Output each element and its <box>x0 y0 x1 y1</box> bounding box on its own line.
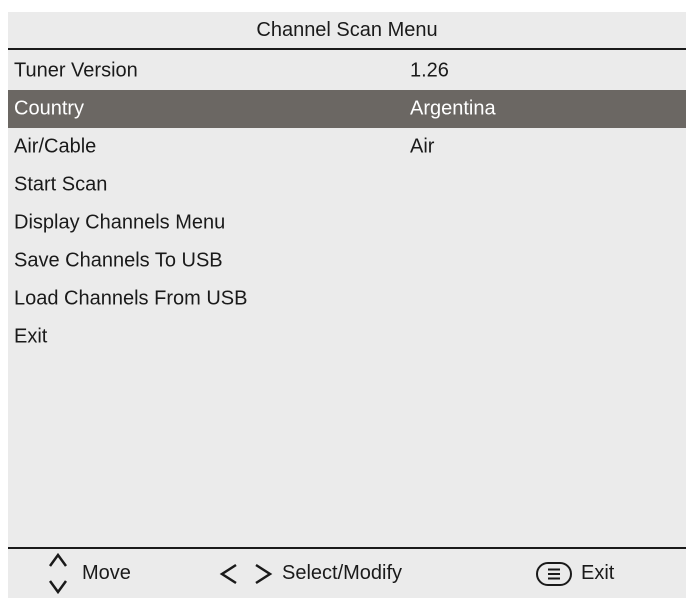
footer-hints: Move Select/Modify Exit <box>8 547 686 598</box>
move-hint: Move <box>44 549 131 598</box>
menu-item-save-channels-to-usb[interactable]: Save Channels To USB <box>8 242 686 280</box>
menu-item-label: Load Channels From USB <box>14 287 248 310</box>
menu-item-label: Display Channels Menu <box>14 211 226 234</box>
menu-button-icon <box>536 561 572 586</box>
menu-item-value: 1.26 <box>410 59 449 82</box>
menu-item-label: Country <box>14 97 85 120</box>
exit-hint: Exit <box>536 549 614 598</box>
menu-item-exit[interactable]: Exit <box>8 318 686 356</box>
move-label: Move <box>82 562 131 584</box>
menu-item-start-scan[interactable]: Start Scan <box>8 166 686 204</box>
menu-item-label: Air/Cable <box>14 135 97 158</box>
channel-scan-menu: Channel Scan Menu Tuner Version 1.26 Cou… <box>8 12 686 598</box>
select-modify-hint: Select/Modify <box>214 549 402 598</box>
menu-item-label: Start Scan <box>14 173 108 196</box>
menu-item-label: Exit <box>14 325 48 348</box>
left-right-arrows-icon <box>214 562 278 586</box>
up-down-arrows-icon <box>44 549 76 598</box>
menu-item-tuner-version[interactable]: Tuner Version 1.26 <box>8 52 686 90</box>
menu-item-label: Save Channels To USB <box>14 249 223 272</box>
menu-item-display-channels-menu[interactable]: Display Channels Menu <box>8 204 686 242</box>
exit-label: Exit <box>581 562 615 584</box>
select-modify-label: Select/Modify <box>282 562 403 584</box>
menu-items: Tuner Version 1.26 Country Argentina Air… <box>8 52 686 356</box>
menu-item-label: Tuner Version <box>14 59 138 82</box>
menu-title: Channel Scan Menu <box>8 12 686 50</box>
menu-item-load-channels-from-usb[interactable]: Load Channels From USB <box>8 280 686 318</box>
menu-item-air-cable[interactable]: Air/Cable Air <box>8 128 686 166</box>
menu-item-value: Air <box>410 135 435 158</box>
menu-item-value: Argentina <box>410 97 496 120</box>
menu-item-country[interactable]: Country Argentina <box>8 90 686 128</box>
